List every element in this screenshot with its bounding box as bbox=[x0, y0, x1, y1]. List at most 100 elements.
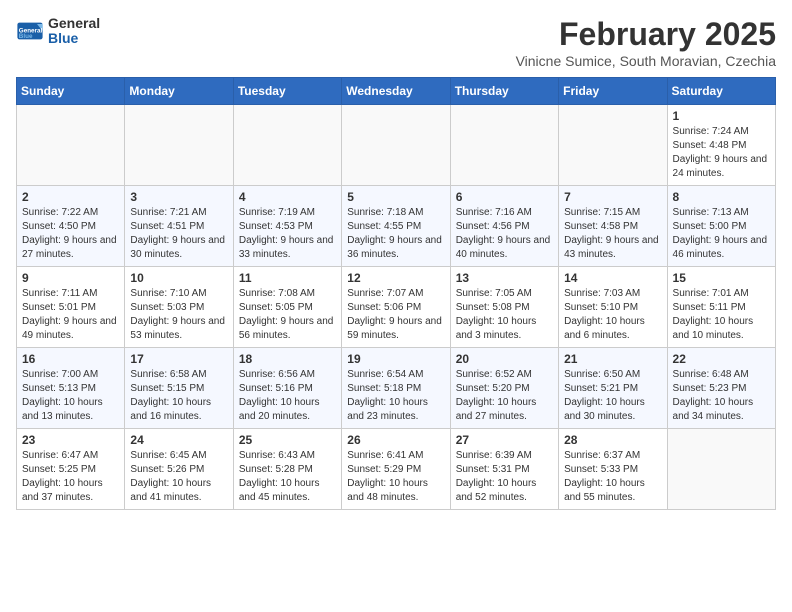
day-info: Sunrise: 6:39 AM Sunset: 5:31 PM Dayligh… bbox=[456, 449, 553, 505]
calendar-cell: 8 Sunrise: 7:13 AM Sunset: 5:00 PM Daylig… bbox=[667, 186, 775, 267]
weekday-header-wednesday: Wednesday bbox=[342, 78, 450, 105]
location-subtitle: Vinicne Sumice, South Moravian, Czechia bbox=[516, 53, 776, 69]
day-number: 9 bbox=[22, 271, 119, 285]
day-number: 11 bbox=[239, 271, 336, 285]
calendar-cell: 23Sunrise: 6:47 AM Sunset: 5:25 PM Dayli… bbox=[17, 429, 125, 510]
day-info: Sunrise: 6:43 AM Sunset: 5:28 PM Dayligh… bbox=[239, 449, 336, 505]
calendar-cell: 20 Sunrise: 6:52 AM Sunset: 5:20 PM Dayli… bbox=[450, 348, 558, 429]
day-info: Sunrise: 7:24 AM Sunset: 4:48 PM Dayligh… bbox=[673, 125, 770, 181]
logo: General Blue General Blue bbox=[16, 16, 100, 47]
day-info: Sunrise: 7:08 AM Sunset: 5:05 PM Dayligh… bbox=[239, 287, 336, 343]
day-number: 13 bbox=[456, 271, 553, 285]
calendar-cell: 9 Sunrise: 7:11 AM Sunset: 5:01 PM Daylig… bbox=[17, 267, 125, 348]
calendar-cell: 13 Sunrise: 7:05 AM Sunset: 5:08 PM Dayli… bbox=[450, 267, 558, 348]
calendar-cell bbox=[559, 105, 667, 186]
day-number: 28 bbox=[564, 433, 661, 447]
calendar-cell: 19Sunrise: 6:54 AM Sunset: 5:18 PM Dayli… bbox=[342, 348, 450, 429]
calendar-cell: 22 Sunrise: 6:48 AM Sunset: 5:23 PM Dayli… bbox=[667, 348, 775, 429]
day-number: 8 bbox=[673, 190, 770, 204]
day-number: 14 bbox=[564, 271, 661, 285]
day-number: 26 bbox=[347, 433, 444, 447]
day-number: 25 bbox=[239, 433, 336, 447]
logo-text: General Blue bbox=[48, 16, 100, 47]
calendar-cell: 24 Sunrise: 6:45 AM Sunset: 5:26 PM Dayli… bbox=[125, 429, 233, 510]
day-info: Sunrise: 7:03 AM Sunset: 5:10 PM Dayligh… bbox=[564, 287, 661, 343]
day-info: Sunrise: 7:22 AM Sunset: 4:50 PM Dayligh… bbox=[22, 206, 119, 262]
calendar-cell bbox=[17, 105, 125, 186]
title-area: February 2025 Vinicne Sumice, South Mora… bbox=[516, 16, 776, 69]
calendar-week-row: 2 Sunrise: 7:22 AM Sunset: 4:50 PM Daylig… bbox=[17, 186, 776, 267]
day-info: Sunrise: 6:50 AM Sunset: 5:21 PM Dayligh… bbox=[564, 368, 661, 424]
day-number: 2 bbox=[22, 190, 119, 204]
weekday-header-saturday: Saturday bbox=[667, 78, 775, 105]
calendar-cell: 21 Sunrise: 6:50 AM Sunset: 5:21 PM Dayli… bbox=[559, 348, 667, 429]
day-info: Sunrise: 7:05 AM Sunset: 5:08 PM Dayligh… bbox=[456, 287, 553, 343]
calendar-cell bbox=[667, 429, 775, 510]
calendar-week-row: 16Sunrise: 7:00 AM Sunset: 5:13 PM Dayli… bbox=[17, 348, 776, 429]
day-info: Sunrise: 6:45 AM Sunset: 5:26 PM Dayligh… bbox=[130, 449, 227, 505]
day-info: Sunrise: 6:58 AM Sunset: 5:15 PM Dayligh… bbox=[130, 368, 227, 424]
calendar-cell: 1Sunrise: 7:24 AM Sunset: 4:48 PM Daylig… bbox=[667, 105, 775, 186]
calendar-cell: 15 Sunrise: 7:01 AM Sunset: 5:11 PM Dayli… bbox=[667, 267, 775, 348]
logo-blue: Blue bbox=[48, 31, 100, 46]
day-info: Sunrise: 7:01 AM Sunset: 5:11 PM Dayligh… bbox=[673, 287, 770, 343]
month-title: February 2025 bbox=[516, 16, 776, 53]
calendar-cell bbox=[233, 105, 341, 186]
day-number: 19 bbox=[347, 352, 444, 366]
day-info: Sunrise: 7:15 AM Sunset: 4:58 PM Dayligh… bbox=[564, 206, 661, 262]
day-info: Sunrise: 6:48 AM Sunset: 5:23 PM Dayligh… bbox=[673, 368, 770, 424]
calendar-cell: 26 Sunrise: 6:41 AM Sunset: 5:29 PM Dayli… bbox=[342, 429, 450, 510]
day-number: 4 bbox=[239, 190, 336, 204]
calendar-cell bbox=[450, 105, 558, 186]
day-number: 17 bbox=[130, 352, 227, 366]
day-number: 20 bbox=[456, 352, 553, 366]
calendar-cell bbox=[342, 105, 450, 186]
day-info: Sunrise: 6:56 AM Sunset: 5:16 PM Dayligh… bbox=[239, 368, 336, 424]
day-number: 5 bbox=[347, 190, 444, 204]
logo-icon: General Blue bbox=[16, 17, 44, 45]
day-number: 10 bbox=[130, 271, 227, 285]
day-info: Sunrise: 6:41 AM Sunset: 5:29 PM Dayligh… bbox=[347, 449, 444, 505]
weekday-header-tuesday: Tuesday bbox=[233, 78, 341, 105]
calendar-cell: 4 Sunrise: 7:19 AM Sunset: 4:53 PM Daylig… bbox=[233, 186, 341, 267]
day-number: 21 bbox=[564, 352, 661, 366]
day-number: 23 bbox=[22, 433, 119, 447]
header: General Blue General Blue February 2025 … bbox=[16, 16, 776, 69]
day-info: Sunrise: 7:07 AM Sunset: 5:06 PM Dayligh… bbox=[347, 287, 444, 343]
calendar-cell: 28 Sunrise: 6:37 AM Sunset: 5:33 PM Dayli… bbox=[559, 429, 667, 510]
weekday-header-friday: Friday bbox=[559, 78, 667, 105]
day-info: Sunrise: 7:19 AM Sunset: 4:53 PM Dayligh… bbox=[239, 206, 336, 262]
calendar-cell: 7 Sunrise: 7:15 AM Sunset: 4:58 PM Daylig… bbox=[559, 186, 667, 267]
day-info: Sunrise: 7:13 AM Sunset: 5:00 PM Dayligh… bbox=[673, 206, 770, 262]
calendar-cell: 5 Sunrise: 7:18 AM Sunset: 4:55 PM Daylig… bbox=[342, 186, 450, 267]
day-number: 24 bbox=[130, 433, 227, 447]
calendar-week-row: 1Sunrise: 7:24 AM Sunset: 4:48 PM Daylig… bbox=[17, 105, 776, 186]
calendar-cell: 16Sunrise: 7:00 AM Sunset: 5:13 PM Dayli… bbox=[17, 348, 125, 429]
calendar-cell: 17 Sunrise: 6:58 AM Sunset: 5:15 PM Dayli… bbox=[125, 348, 233, 429]
day-info: Sunrise: 7:10 AM Sunset: 5:03 PM Dayligh… bbox=[130, 287, 227, 343]
day-number: 22 bbox=[673, 352, 770, 366]
day-info: Sunrise: 7:18 AM Sunset: 4:55 PM Dayligh… bbox=[347, 206, 444, 262]
logo-general: General bbox=[48, 16, 100, 31]
day-number: 7 bbox=[564, 190, 661, 204]
calendar-cell: 12 Sunrise: 7:07 AM Sunset: 5:06 PM Dayli… bbox=[342, 267, 450, 348]
calendar-table: SundayMondayTuesdayWednesdayThursdayFrid… bbox=[16, 77, 776, 510]
calendar-cell: 18 Sunrise: 6:56 AM Sunset: 5:16 PM Dayli… bbox=[233, 348, 341, 429]
day-number: 6 bbox=[456, 190, 553, 204]
calendar-cell: 27Sunrise: 6:39 AM Sunset: 5:31 PM Dayli… bbox=[450, 429, 558, 510]
day-info: Sunrise: 6:52 AM Sunset: 5:20 PM Dayligh… bbox=[456, 368, 553, 424]
day-info: Sunrise: 7:21 AM Sunset: 4:51 PM Dayligh… bbox=[130, 206, 227, 262]
day-info: Sunrise: 7:16 AM Sunset: 4:56 PM Dayligh… bbox=[456, 206, 553, 262]
weekday-header-thursday: Thursday bbox=[450, 78, 558, 105]
weekday-header-row: SundayMondayTuesdayWednesdayThursdayFrid… bbox=[17, 78, 776, 105]
calendar-cell: 2 Sunrise: 7:22 AM Sunset: 4:50 PM Daylig… bbox=[17, 186, 125, 267]
day-number: 16 bbox=[22, 352, 119, 366]
day-number: 18 bbox=[239, 352, 336, 366]
weekday-header-sunday: Sunday bbox=[17, 78, 125, 105]
day-info: Sunrise: 6:37 AM Sunset: 5:33 PM Dayligh… bbox=[564, 449, 661, 505]
day-number: 15 bbox=[673, 271, 770, 285]
day-info: Sunrise: 7:11 AM Sunset: 5:01 PM Dayligh… bbox=[22, 287, 119, 343]
calendar-week-row: 23Sunrise: 6:47 AM Sunset: 5:25 PM Dayli… bbox=[17, 429, 776, 510]
calendar-cell: 14 Sunrise: 7:03 AM Sunset: 5:10 PM Dayli… bbox=[559, 267, 667, 348]
day-number: 12 bbox=[347, 271, 444, 285]
